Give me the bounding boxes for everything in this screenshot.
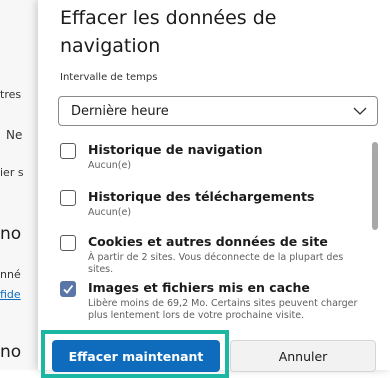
- time-range-select[interactable]: Dernière heure: [58, 96, 378, 126]
- cached-images-checkbox[interactable]: [60, 281, 76, 297]
- bg-text-fragment: nné: [0, 268, 21, 281]
- option-cached-images[interactable]: Images et fichiers mis en cache Libère m…: [60, 280, 360, 327]
- chevron-down-icon: [353, 107, 367, 115]
- option-download-history[interactable]: Historique des téléchargements Aucun(e): [60, 189, 360, 224]
- browsing-history-checkbox[interactable]: [60, 143, 76, 159]
- bg-text-fragment: no: [0, 224, 22, 244]
- option-browsing-history[interactable]: Historique de navigation Aucun(e): [60, 142, 360, 177]
- dialog-title: Effacer les données de navigation: [60, 7, 277, 57]
- cookies-checkbox[interactable]: [60, 235, 76, 251]
- cancel-button[interactable]: Annuler: [230, 340, 376, 372]
- option-title: Images et fichiers mis en cache: [88, 280, 310, 295]
- option-title: Cookies et autres données de site: [88, 234, 328, 249]
- checkmark-icon: [63, 284, 74, 294]
- time-range-label: Intervalle de temps: [60, 72, 158, 83]
- options-scrollbar[interactable]: [372, 142, 378, 230]
- bg-text-fragment: tres: [0, 88, 22, 101]
- bg-link-fragment[interactable]: fide: [0, 288, 38, 301]
- option-description: À partir de 2 sites. Vous déconnecte de …: [88, 252, 344, 275]
- option-title: Historique de navigation: [88, 142, 263, 157]
- download-history-checkbox[interactable]: [60, 190, 76, 206]
- bg-text-fragment: Ne: [6, 128, 23, 142]
- bg-text-fragment: ier s: [0, 166, 24, 179]
- option-title: Historique des téléchargements: [88, 189, 315, 204]
- option-description: Aucun(e): [88, 160, 132, 171]
- time-range-selected-value: Dernière heure: [71, 104, 169, 119]
- option-description: Libère moins de 69,2 Mo. Certains sites …: [88, 298, 358, 321]
- clear-browsing-data-dialog: Effacer les données de navigation Interv…: [38, 0, 390, 378]
- clear-now-button[interactable]: Effacer maintenant: [52, 340, 220, 372]
- bg-text-fragment: no: [0, 342, 22, 362]
- option-description: Aucun(e): [88, 207, 132, 218]
- option-cookies[interactable]: Cookies et autres données de site À part…: [60, 234, 360, 275]
